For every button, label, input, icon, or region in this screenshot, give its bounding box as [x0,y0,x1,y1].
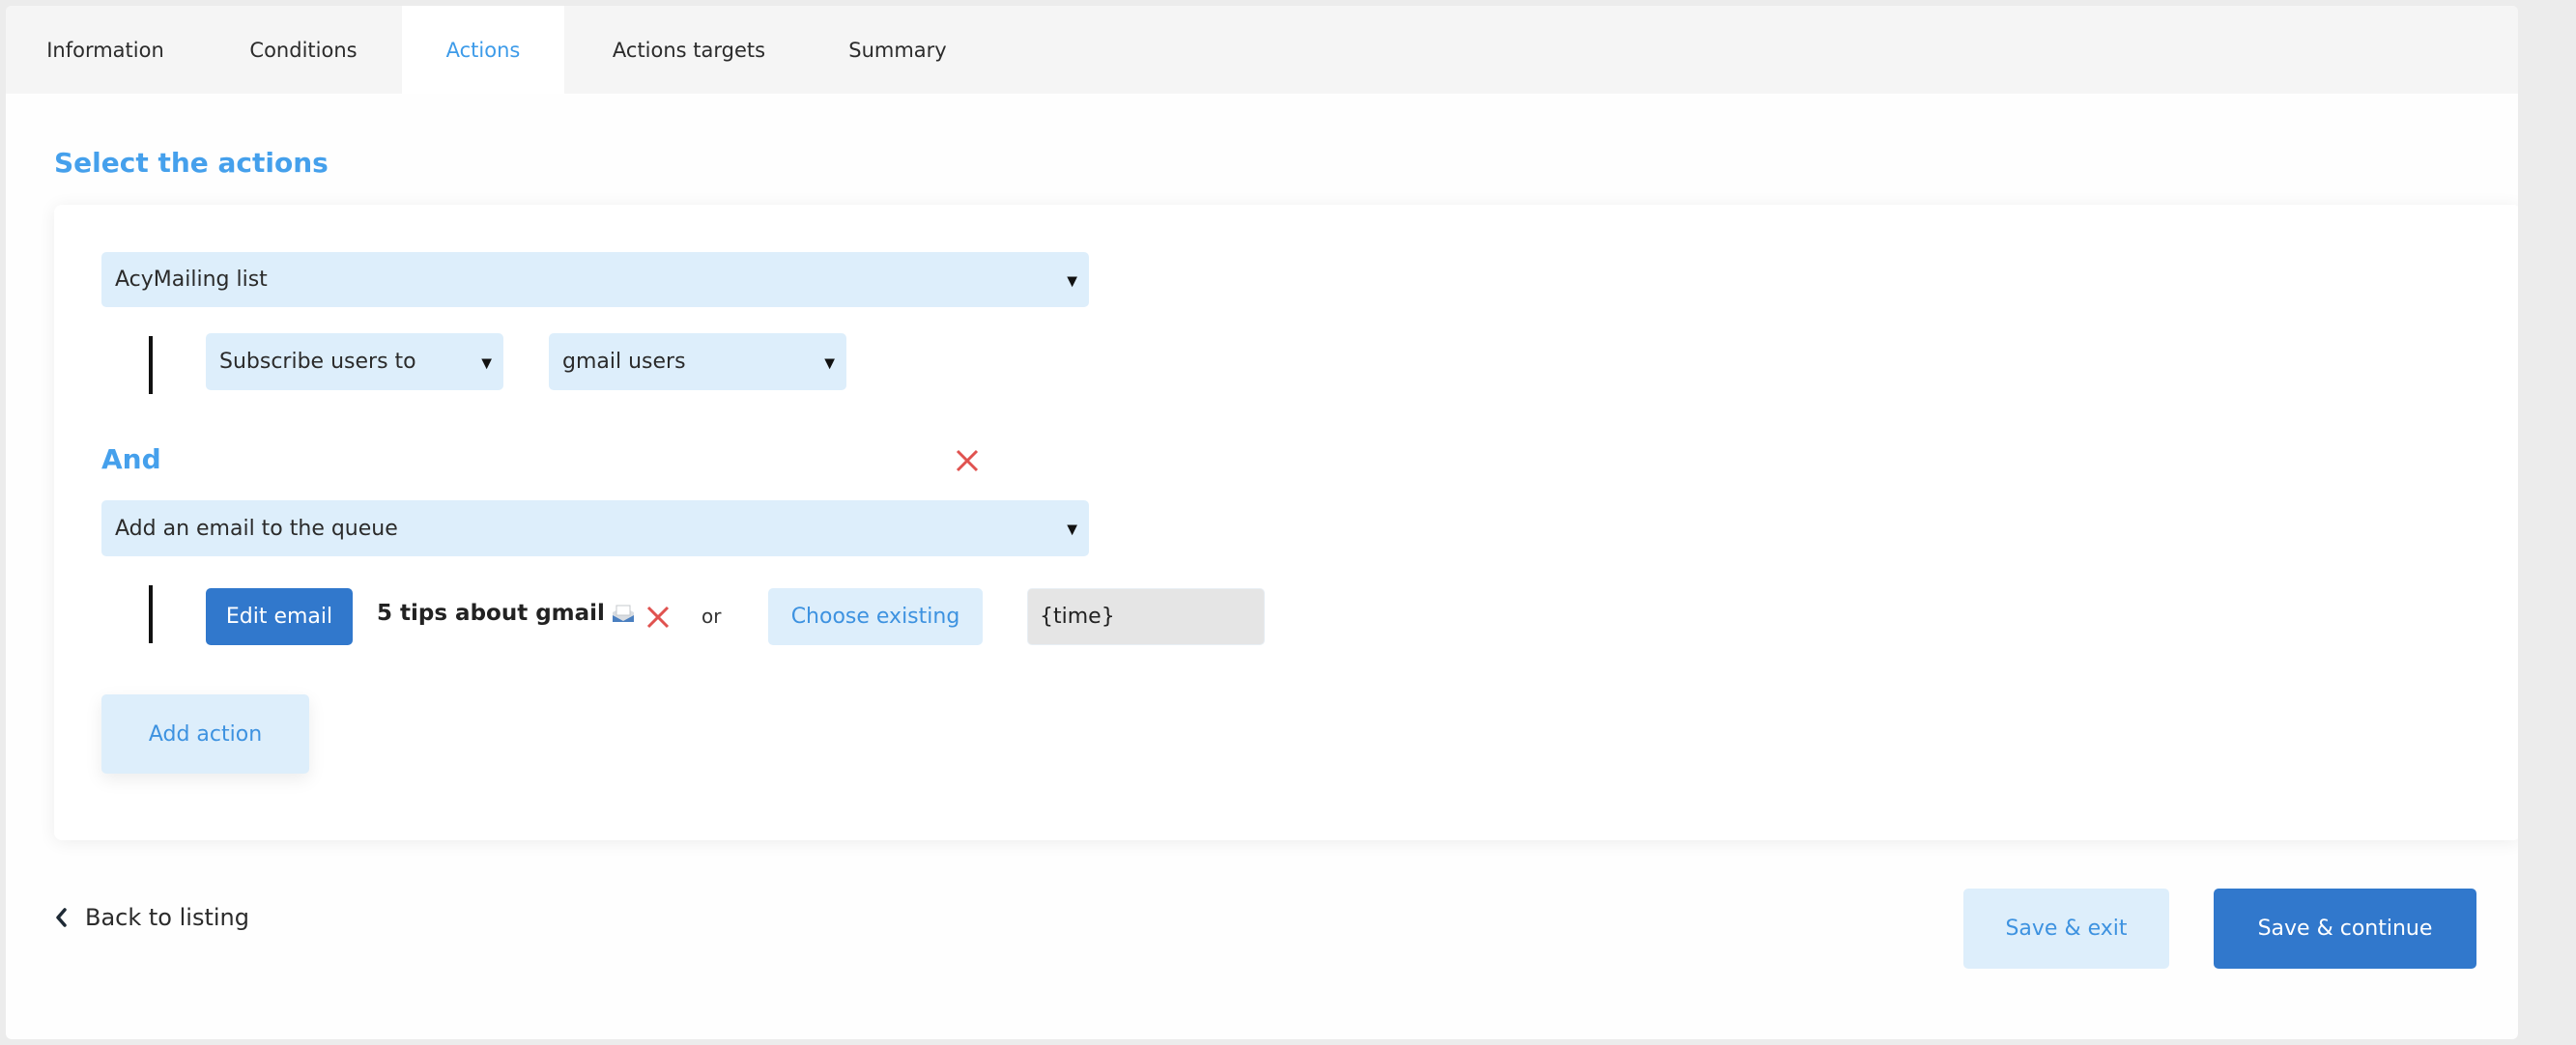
tab-information[interactable]: Information [6,6,205,94]
caret-down-icon: ▼ [824,355,835,372]
caret-down-icon: ▼ [1067,273,1077,290]
actions-card: AcyMailing list ▼ Subscribe users to ▼ g… [54,205,2518,840]
chevron-left-icon [56,908,67,927]
automation-editor-panel: Information Conditions Actions Actions t… [6,6,2518,1039]
choose-existing-button[interactable]: Choose existing [768,588,983,645]
back-to-listing-label: Back to listing [85,904,249,931]
action-type-select-1[interactable]: AcyMailing list ▼ [101,252,1089,307]
remove-email-icon[interactable] [645,605,671,630]
tab-actions-targets[interactable]: Actions targets [564,6,814,94]
caret-down-icon: ▼ [481,355,492,372]
tab-summary[interactable]: Summary [814,6,982,94]
list-name-value: gmail users [562,350,686,374]
caret-down-icon: ▼ [1067,522,1077,538]
nesting-bar [149,585,153,643]
add-action-button[interactable]: Add action [101,694,309,774]
selected-email: 5 tips about gmail [377,601,636,626]
and-connector-label: And [101,443,161,475]
list-operation-select[interactable]: Subscribe users to ▼ [206,333,503,390]
back-to-listing-link[interactable]: Back to listing [54,904,249,931]
list-operation-value: Subscribe users to [219,350,416,374]
edit-email-button[interactable]: Edit email [206,588,353,645]
email-title: 5 tips about gmail [377,601,605,626]
tab-conditions[interactable]: Conditions [205,6,402,94]
tab-actions[interactable]: Actions [402,6,564,94]
send-time-input[interactable] [1027,588,1265,645]
nesting-bar [149,336,153,394]
action-type-value: AcyMailing list [115,268,268,292]
save-exit-button[interactable]: Save & exit [1963,889,2169,969]
save-continue-button[interactable]: Save & continue [2214,889,2476,969]
or-label: or [701,605,722,628]
action-type-select-2[interactable]: Add an email to the queue ▼ [101,500,1089,556]
envelope-tray-icon [612,605,634,622]
section-title: Select the actions [54,147,329,179]
delete-action-icon[interactable] [955,448,980,473]
list-name-select[interactable]: gmail users ▼ [549,333,846,390]
step-tabs: Information Conditions Actions Actions t… [6,6,2518,94]
action-type-value: Add an email to the queue [115,516,398,541]
